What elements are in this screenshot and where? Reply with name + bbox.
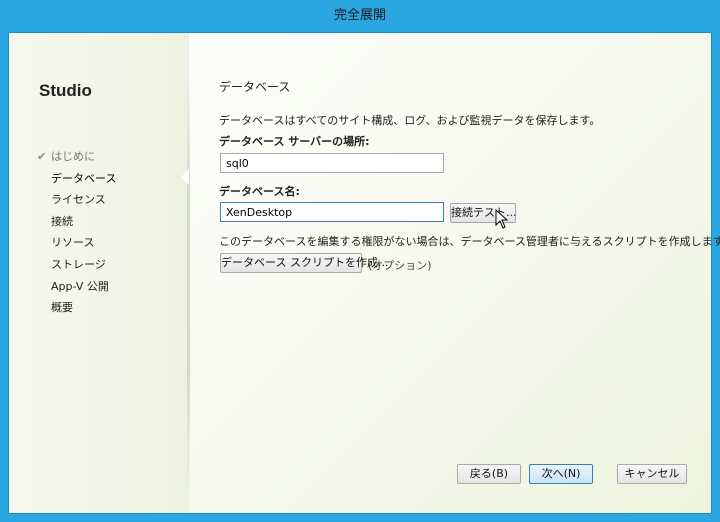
server-location-label: データベース サーバーの場所: <box>219 135 370 148</box>
permission-note: このデータベースを編集する権限がない場合は、データベース管理者に与えるスクリプト… <box>219 235 720 248</box>
step-label: ライセンス <box>51 193 106 207</box>
wizard-sidebar: Studio ✔ はじめに データベース ライセンス 接続 リソース ストレージ… <box>9 33 189 513</box>
step-summary: 概要 <box>37 297 116 319</box>
database-name-input[interactable] <box>220 202 444 222</box>
step-label: リソース <box>51 236 95 250</box>
studio-brand: Studio <box>39 81 92 100</box>
setup-window: 完全展開 Studio ✔ はじめに データベース ライセンス 接続 リソース … <box>0 0 720 522</box>
step-resources: リソース <box>37 232 116 254</box>
step-label: はじめに <box>51 150 95 163</box>
database-name-label: データベース名: <box>219 185 300 198</box>
wizard-page: データベース データベースはすべてのサイト構成、ログ、および監視データを保存しま… <box>219 33 720 513</box>
wizard-steps: ✔ はじめに データベース ライセンス 接続 リソース ストレージ App-V … <box>37 146 116 319</box>
step-introduction: ✔ はじめに <box>37 146 116 168</box>
page-title: データベース <box>219 80 291 94</box>
step-label: App-V 公開 <box>51 279 109 293</box>
sidebar-divider <box>187 73 190 493</box>
next-button[interactable]: 次へ(N) <box>529 464 593 484</box>
step-label: ストレージ <box>51 257 106 271</box>
checkmark-icon: ✔ <box>37 150 47 163</box>
step-license: ライセンス <box>37 189 116 211</box>
wizard-client-area: Studio ✔ はじめに データベース ライセンス 接続 リソース ストレージ… <box>8 32 720 514</box>
window-title: 完全展開 <box>333 8 386 23</box>
back-button[interactable]: 戻る(B) <box>457 464 521 484</box>
step-label: 概要 <box>51 301 73 315</box>
current-step-pointer <box>181 169 189 185</box>
create-database-script-button[interactable]: データベース スクリプトを作成... <box>220 253 388 273</box>
cancel-button[interactable]: キャンセル <box>617 464 687 484</box>
step-label: 接続 <box>51 214 73 228</box>
optional-note: (オプション) <box>368 259 432 272</box>
server-location-input[interactable] <box>220 153 444 173</box>
step-label: データベース <box>51 171 117 185</box>
step-database: データベース <box>37 168 116 190</box>
mouse-pointer-icon <box>495 209 509 229</box>
page-description: データベースはすべてのサイト構成、ログ、および監視データを保存します。 <box>219 114 601 127</box>
step-appv-publishing: App-V 公開 <box>37 276 116 298</box>
step-storage: ストレージ <box>37 254 116 276</box>
step-connection: 接続 <box>37 211 116 233</box>
